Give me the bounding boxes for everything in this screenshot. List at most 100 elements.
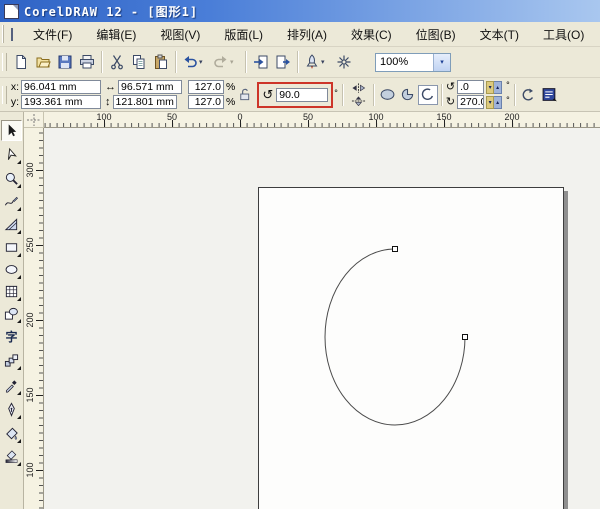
menu-effects[interactable]: 效果(C) (339, 23, 404, 46)
object-width-field[interactable]: 96.571 mm (118, 80, 182, 94)
scale-v-field[interactable]: 127.0 (188, 95, 224, 109)
arc-end-spinner[interactable]: ▾ ▴ (486, 95, 503, 109)
copy-button[interactable] (128, 51, 150, 73)
application-launcher-button[interactable]: ▾ (302, 51, 333, 73)
menu-text[interactable]: 文本(T) (468, 23, 531, 46)
ellipse-tool[interactable] (1, 259, 22, 280)
pick-tool[interactable] (1, 120, 22, 141)
ellipse-shape-button[interactable] (378, 85, 398, 105)
wrap-paragraph-button[interactable] (541, 83, 559, 107)
x-position-field[interactable]: 96.041 mm (21, 80, 101, 94)
chevron-down-icon[interactable]: ▾ (230, 58, 234, 66)
spin-down-icon[interactable]: ▾ (486, 95, 495, 109)
mirror-horizontal-button[interactable] (349, 82, 368, 94)
vertical-ruler[interactable]: 300 250 200 150 100 (24, 128, 44, 509)
rectangle-tool[interactable] (1, 237, 22, 258)
toolbox: 字 (0, 112, 24, 509)
menu-edit[interactable]: 编辑(E) (84, 23, 148, 46)
menu-window[interactable]: 窗口 (596, 23, 600, 46)
object-height-field[interactable]: 121.801 mm (112, 95, 177, 109)
mirror-vertical-button[interactable] (349, 95, 368, 107)
shape-tool[interactable] (1, 144, 22, 165)
basic-shapes-tool[interactable] (1, 303, 22, 324)
arc-start-spinner[interactable]: ▾ ▴ (486, 80, 503, 94)
horizontal-ruler[interactable]: 100 50 0 50 100 150 200 (44, 112, 600, 128)
menu-bar: 文件(F) 编辑(E) 视图(V) 版面(L) 排列(A) 效果(C) 位图(B… (0, 22, 600, 47)
scale-h-field[interactable]: 127.0 (188, 80, 224, 94)
zoom-level-combo[interactable]: 100% ▾ (375, 52, 451, 72)
toolbar-grip[interactable] (2, 25, 4, 43)
cut-icon (111, 55, 123, 70)
vruler-label: 250 (25, 237, 35, 253)
nonproportional-lock-button[interactable] (235, 83, 253, 107)
corel-online-icon (337, 55, 351, 69)
ruler-origin[interactable] (24, 112, 44, 128)
property-bar: x: 96.041 mm y: 193.361 mm ↔ 96.571 mm ↕… (0, 78, 600, 112)
save-button[interactable] (54, 51, 76, 73)
title-bar[interactable]: CorelDRAW 12 - [图形1] (0, 0, 600, 22)
new-document-button[interactable] (10, 51, 32, 73)
menu-bitmaps[interactable]: 位图(B) (404, 23, 468, 46)
menu-file[interactable]: 文件(F) (21, 23, 84, 46)
arc-start-angle-field[interactable]: .0 (457, 80, 485, 94)
import-button[interactable] (250, 51, 272, 73)
spin-up-icon[interactable]: ▴ (494, 80, 503, 94)
hruler-label: 50 (166, 112, 178, 122)
graph-paper-tool[interactable] (1, 281, 22, 302)
app-icon[interactable] (4, 3, 19, 19)
menu-view[interactable]: 视图(V) (148, 23, 212, 46)
pie-shape-button[interactable] (398, 85, 418, 105)
menu-tools[interactable]: 工具(O) (531, 23, 596, 46)
y-position-field[interactable]: 193.361 mm (21, 95, 101, 109)
arc-direction-button[interactable] (519, 83, 537, 107)
open-icon (36, 57, 51, 68)
corel-online-button[interactable] (333, 51, 355, 73)
interactive-fill-tool-icon (5, 450, 18, 463)
hruler-label: 200 (504, 112, 520, 122)
chevron-down-icon[interactable]: ▾ (199, 58, 203, 66)
toolbar-grip[interactable] (2, 53, 7, 71)
redo-button[interactable]: ▾ (211, 51, 242, 73)
redo-icon (214, 56, 227, 68)
chevron-down-icon[interactable]: ▾ (321, 58, 325, 66)
interactive-blend-tool[interactable] (1, 350, 22, 371)
smart-drawing-tool[interactable] (1, 214, 22, 235)
hruler-label: 100 (368, 112, 384, 122)
cut-button[interactable] (106, 51, 128, 73)
spin-down-icon[interactable]: ▾ (486, 80, 495, 94)
eyedropper-tool[interactable] (1, 375, 22, 396)
document-mdi-icon[interactable] (11, 27, 13, 41)
arc-end-node[interactable] (462, 334, 468, 340)
menu-layout[interactable]: 版面(L) (212, 23, 275, 46)
text-tool[interactable]: 字 (1, 326, 22, 347)
export-icon (276, 55, 290, 69)
rotation-highlight-box: ↺ 90.0 (257, 81, 334, 108)
degree-sign: ° (506, 95, 510, 105)
outline-tool[interactable] (1, 399, 22, 420)
zoom-tool[interactable] (1, 168, 22, 189)
toolbar-grip[interactable] (2, 85, 7, 104)
interactive-fill-tool[interactable] (1, 446, 22, 467)
hruler-label: 0 (237, 112, 243, 122)
freehand-tool[interactable] (1, 191, 22, 212)
drawing-area[interactable] (44, 128, 600, 509)
open-button[interactable] (32, 51, 54, 73)
menu-arrange[interactable]: 排列(A) (275, 23, 339, 46)
arc-object[interactable] (324, 248, 466, 426)
paste-button[interactable] (150, 51, 172, 73)
print-button[interactable] (76, 51, 98, 73)
export-button[interactable] (272, 51, 294, 73)
rotation-angle-field[interactable]: 90.0 (276, 87, 329, 102)
hruler-label: 100 (96, 112, 112, 122)
mirror-horizontal-icon (352, 83, 366, 93)
undo-icon (184, 56, 197, 68)
save-icon (58, 55, 72, 69)
arc-start-node[interactable] (392, 246, 398, 252)
spin-up-icon[interactable]: ▴ (494, 95, 503, 109)
zoom-combo-dropdown[interactable]: ▾ (433, 53, 450, 71)
fill-tool[interactable] (1, 423, 22, 444)
undo-button[interactable]: ▾ (180, 51, 211, 73)
arc-end-angle-field[interactable]: 270.0 (457, 95, 485, 109)
arc-shape-button[interactable] (417, 84, 438, 105)
chevron-down-icon: ▾ (440, 59, 444, 66)
